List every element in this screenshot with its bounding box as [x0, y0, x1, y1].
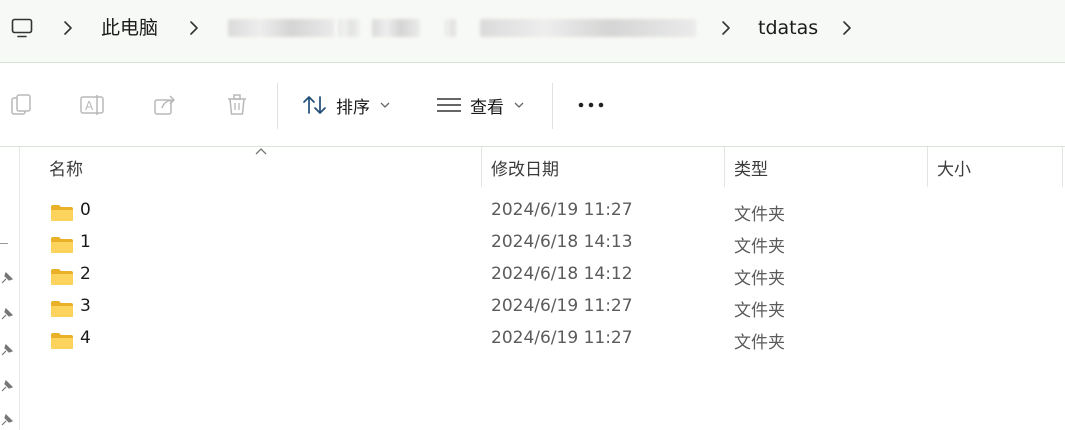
pin-icon[interactable] — [0, 343, 14, 357]
more-options-button[interactable] — [575, 90, 607, 120]
breadcrumb-redacted[interactable] — [228, 19, 334, 37]
pin-icon[interactable] — [0, 307, 14, 321]
delete-icon — [228, 94, 246, 115]
file-date: 2024/6/19 11:27 — [491, 200, 633, 220]
column-header-date[interactable]: 修改日期 — [482, 147, 724, 187]
chevron-down-icon — [514, 102, 524, 108]
column-header-name[interactable]: 名称 — [40, 147, 481, 187]
file-row[interactable]: 0 2024/6/19 11:27 文件夹 — [20, 196, 1065, 228]
file-type: 文件夹 — [734, 205, 785, 225]
command-bar: A 排序 查看 — [0, 62, 1065, 146]
copy-icon — [11, 94, 31, 115]
breadcrumb-redacted[interactable] — [372, 19, 420, 37]
file-row[interactable]: 1 2024/6/18 14:13 文件夹 — [20, 228, 1065, 260]
chevron-right-icon[interactable] — [840, 17, 854, 39]
file-name: 1 — [80, 232, 91, 252]
toolbar-divider — [277, 83, 278, 129]
column-header-size[interactable]: 大小 — [928, 147, 1062, 187]
file-type: 文件夹 — [734, 301, 785, 321]
file-name: 3 — [80, 296, 91, 316]
column-header-type[interactable]: 类型 — [725, 147, 927, 187]
column-header-size-label: 大小 — [937, 159, 971, 180]
pin-icon[interactable] — [0, 271, 14, 285]
file-date: 2024/6/19 11:27 — [491, 296, 633, 316]
file-row[interactable]: 3 2024/6/19 11:27 文件夹 — [20, 292, 1065, 324]
copy-button[interactable] — [6, 90, 36, 120]
file-date: 2024/6/18 14:13 — [491, 232, 633, 252]
address-bar[interactable]: 此电脑 tdatas — [0, 0, 1065, 62]
file-type: 文件夹 — [734, 237, 785, 257]
navigation-pane[interactable] — [0, 147, 20, 430]
column-header-name-label: 名称 — [49, 159, 83, 180]
view-label: 查看 — [470, 97, 504, 118]
delete-button[interactable] — [222, 90, 252, 120]
file-date: 2024/6/19 11:27 — [491, 328, 633, 348]
file-type: 文件夹 — [734, 333, 785, 353]
folder-icon — [51, 301, 73, 317]
breadcrumb-redacted — [338, 19, 360, 37]
breadcrumb-this-pc[interactable]: 此电脑 — [101, 15, 158, 41]
computer-icon[interactable] — [10, 16, 34, 40]
share-button[interactable] — [150, 90, 180, 120]
pin-icon[interactable] — [0, 413, 14, 427]
nav-dash — [0, 243, 8, 244]
file-name: 4 — [80, 328, 91, 348]
chevron-right-icon[interactable] — [187, 17, 201, 39]
file-type: 文件夹 — [734, 269, 785, 289]
sort-label: 排序 — [336, 97, 370, 118]
chevron-right-icon[interactable] — [61, 17, 75, 39]
folder-icon — [51, 333, 73, 349]
file-row[interactable]: 2 2024/6/18 14:12 文件夹 — [20, 260, 1065, 292]
view-icon — [437, 98, 461, 112]
breadcrumb-redacted — [445, 19, 457, 37]
share-icon — [154, 95, 175, 115]
rename-icon: A — [80, 95, 104, 115]
folder-icon — [51, 269, 73, 285]
folder-icon — [51, 237, 73, 253]
file-row[interactable]: 4 2024/6/19 11:27 文件夹 — [20, 324, 1065, 356]
rename-button[interactable]: A — [78, 90, 108, 120]
sort-button[interactable]: 排序 — [302, 91, 390, 119]
toolbar-divider — [552, 83, 553, 129]
sort-icon — [303, 96, 326, 114]
file-name: 2 — [80, 264, 91, 284]
folder-icon — [51, 205, 73, 221]
breadcrumb-redacted[interactable] — [480, 19, 696, 37]
view-button[interactable]: 查看 — [436, 91, 524, 119]
column-header-date-label: 修改日期 — [491, 159, 559, 180]
column-header-type-label: 类型 — [734, 159, 768, 180]
column-resizer[interactable] — [1062, 147, 1063, 187]
more-icon — [578, 102, 604, 108]
svg-text:A: A — [85, 99, 94, 113]
file-date: 2024/6/18 14:12 — [491, 264, 633, 284]
chevron-down-icon — [380, 102, 390, 108]
file-name: 0 — [80, 200, 91, 220]
chevron-right-icon[interactable] — [719, 17, 733, 39]
pin-icon[interactable] — [0, 379, 14, 393]
breadcrumb-current-folder[interactable]: tdatas — [758, 15, 818, 41]
